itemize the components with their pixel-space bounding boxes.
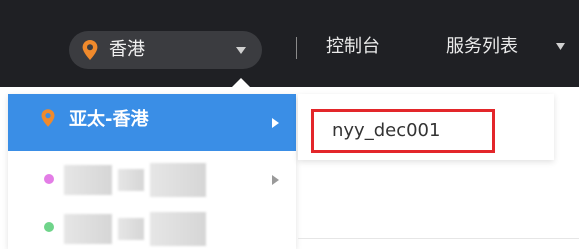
services-menu[interactable]: 服务列表 — [446, 32, 518, 62]
region-selector-label: 香港 — [109, 39, 145, 60]
page: 香港 控制台 服务列表 亚太-香港 nyy_dec001 — [0, 0, 579, 249]
status-dot — [44, 222, 54, 232]
blurred-text — [64, 214, 112, 244]
region-item-blurred-1[interactable] — [8, 151, 296, 208]
blurred-text — [118, 169, 144, 191]
region-item-ap-hongkong[interactable]: 亚太-香港 — [8, 94, 296, 151]
status-dot — [44, 174, 54, 184]
caret-down-icon — [236, 47, 246, 54]
divider — [298, 238, 579, 239]
location-pin-icon — [41, 109, 55, 127]
chevron-right-icon — [272, 118, 279, 128]
console-link[interactable]: 控制台 — [326, 32, 380, 62]
blurred-text — [150, 163, 206, 197]
region-item-blurred-2[interactable] — [8, 208, 296, 249]
caret-down-icon — [556, 43, 565, 50]
blurred-text — [64, 165, 112, 195]
blurred-text — [118, 218, 144, 240]
chevron-right-icon — [272, 175, 279, 185]
region-selector[interactable]: 香港 — [69, 31, 262, 69]
blurred-text — [150, 212, 206, 246]
project-item-label: nyy_dec001 — [332, 120, 441, 141]
dropdown-pointer — [232, 78, 250, 87]
project-submenu: nyy_dec001 — [298, 94, 554, 160]
region-item-label: 亚太-香港 — [69, 109, 149, 130]
project-item-highlighted[interactable]: nyy_dec001 — [311, 109, 495, 153]
location-pin-icon — [82, 40, 98, 60]
top-nav-bar: 香港 控制台 服务列表 — [0, 0, 579, 87]
region-dropdown: 亚太-香港 — [8, 94, 296, 249]
nav-separator — [296, 37, 297, 59]
